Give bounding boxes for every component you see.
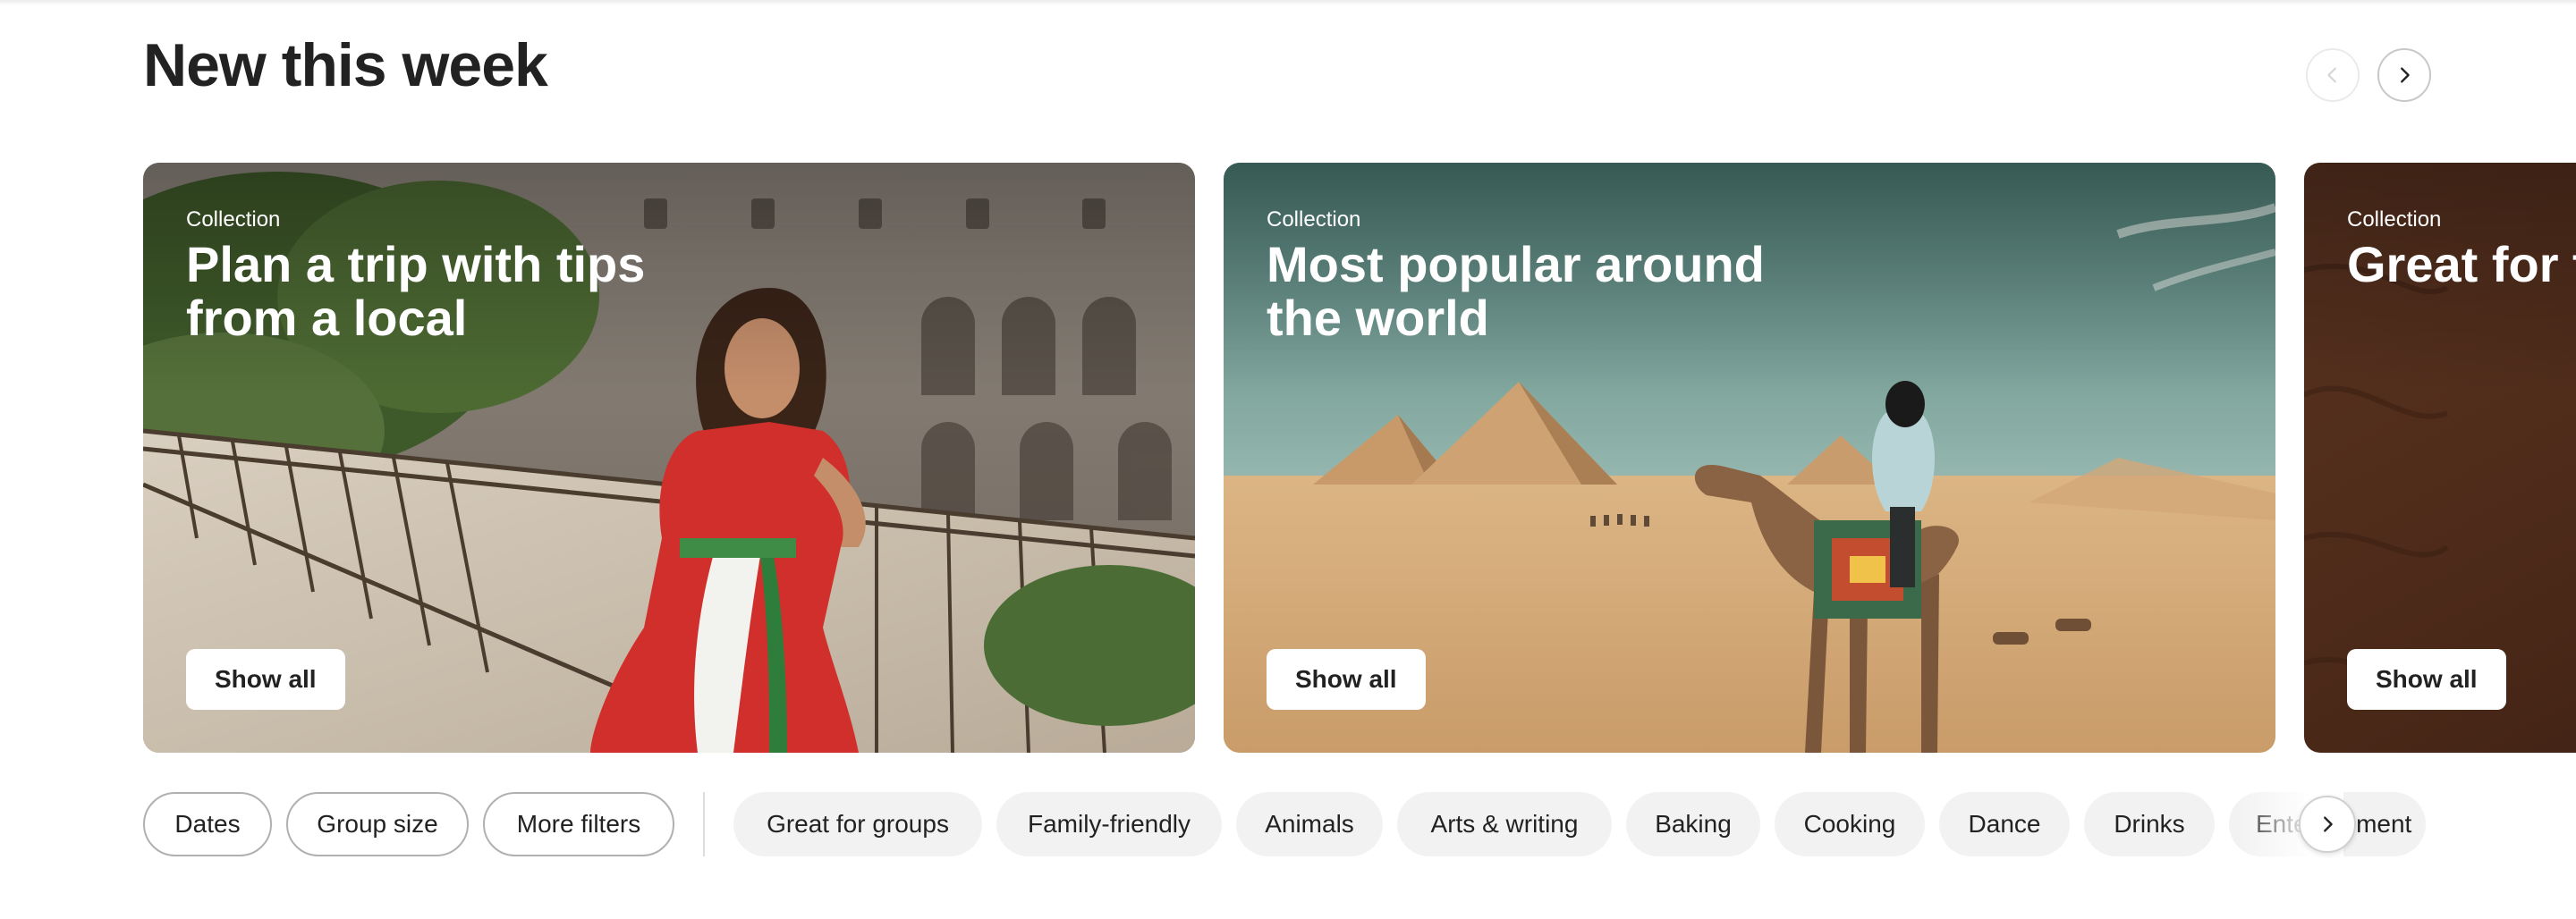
show-all-button[interactable]: Show all (2347, 649, 2506, 710)
category-chip[interactable]: Family-friendly (996, 792, 1222, 856)
carousel-prev-button[interactable] (2306, 48, 2360, 102)
card-eyebrow: Collection (186, 207, 281, 232)
filter-bar: Dates Group size More filters Great for … (143, 792, 2426, 856)
chevron-left-icon (2327, 67, 2336, 83)
show-all-button[interactable]: Show all (186, 649, 345, 710)
filter-group-size[interactable]: Group size (286, 792, 469, 856)
filter-divider (703, 792, 705, 856)
chevron-right-icon (2401, 67, 2410, 83)
card-heading: Most popular around the world (1267, 236, 1765, 346)
card-heading: Plan a trip with tips from a local (186, 236, 646, 346)
card-eyebrow: Collection (2347, 207, 2442, 232)
card-eyebrow: Collection (1267, 207, 1361, 232)
category-chip[interactable]: Great for groups (733, 792, 982, 856)
card-heading: Great for team building (2347, 236, 2576, 292)
chips-scroll-button[interactable] (2299, 796, 2356, 853)
show-all-button[interactable]: Show all (1267, 649, 1426, 710)
header-shadow (0, 0, 2576, 5)
collection-card[interactable]: Collection Great for team building Show … (2304, 163, 2576, 753)
category-chip[interactable]: Arts & writing (1397, 792, 1612, 856)
collection-card[interactable]: Collection Most popular around the world… (1224, 163, 2275, 753)
carousel-next-button[interactable] (2377, 48, 2431, 102)
category-chip[interactable]: Drinks (2084, 792, 2215, 856)
filter-more-filters[interactable]: More filters (483, 792, 674, 856)
chevron-right-icon (2324, 816, 2333, 832)
section-title: New this week (143, 31, 548, 99)
category-chip[interactable]: Cooking (1775, 792, 1925, 856)
page: New this week Collection Plan a trip wit… (0, 0, 2576, 919)
category-chip[interactable]: Animals (1236, 792, 1383, 856)
category-chip[interactable]: Baking (1626, 792, 1760, 856)
collection-carousel: Collection Plan a trip with tips from a … (143, 163, 2576, 753)
category-chip[interactable]: Dance (1939, 792, 2070, 856)
filter-dates[interactable]: Dates (143, 792, 272, 856)
collection-card[interactable]: Collection Plan a trip with tips from a … (143, 163, 1195, 753)
